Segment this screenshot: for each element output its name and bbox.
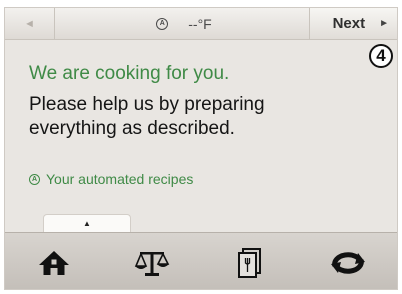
weighing-button[interactable]: [103, 233, 201, 289]
instruction-line-1: Please help us by preparing: [29, 94, 265, 115]
page-heading: We are cooking for you.: [29, 63, 230, 84]
status-area: A --°F: [55, 8, 313, 39]
chevron-up-icon: ▲: [83, 219, 91, 228]
instruction-text: Please help us by preparing everything a…: [29, 93, 349, 141]
top-bar: ◄ A --°F Next ►: [5, 8, 397, 40]
rotate-icon: [331, 251, 365, 274]
cookbook-button[interactable]: [201, 233, 299, 289]
automated-recipes-label: Your automated recipes: [46, 171, 194, 187]
automatic-clock-icon: A: [156, 17, 169, 30]
scale-icon: [134, 251, 170, 276]
next-button[interactable]: Next ►: [309, 8, 397, 39]
temperature-readout: --°F: [188, 15, 212, 32]
next-arrow-icon: ►: [379, 18, 389, 29]
bottom-nav-bar: [5, 232, 397, 289]
automated-recipes-link[interactable]: A Your automated recipes: [29, 171, 193, 187]
pull-up-handle[interactable]: ▲: [43, 214, 131, 232]
step-number-badge: 4: [369, 44, 393, 68]
oven-display: ◄ A --°F Next ► 4 We are cooking for you…: [4, 7, 398, 290]
back-arrow-icon: ◄: [24, 17, 35, 30]
automatic-recipes-icon: A: [29, 173, 40, 185]
next-button-label: Next: [332, 15, 366, 32]
back-button[interactable]: ◄: [5, 8, 55, 39]
rotate-button[interactable]: [299, 233, 397, 289]
cookbook-icon: [238, 247, 261, 278]
home-icon: [39, 250, 69, 275]
home-button[interactable]: [5, 233, 103, 289]
instruction-line-2: everything as described.: [29, 118, 235, 139]
